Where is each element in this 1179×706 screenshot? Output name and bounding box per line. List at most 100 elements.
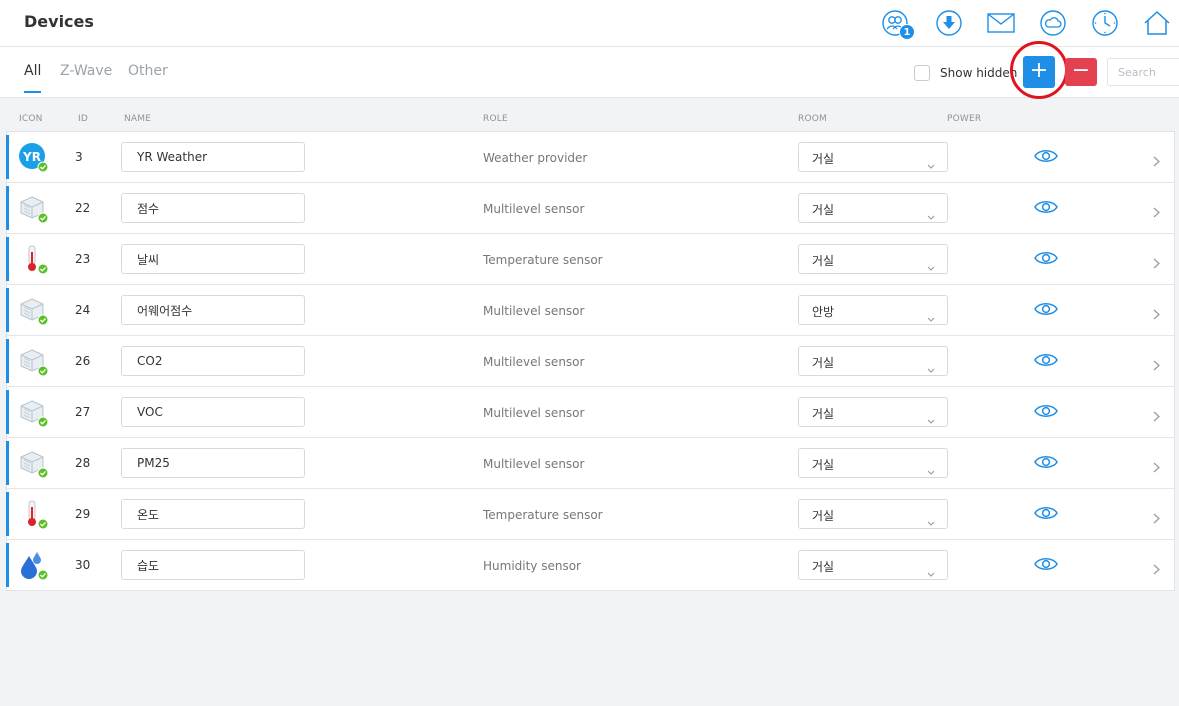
column-header-room: ROOM — [798, 114, 827, 124]
room-select[interactable]: 거실 — [798, 448, 948, 478]
chevron-down-icon — [927, 256, 935, 275]
device-name-input[interactable] — [121, 295, 305, 325]
device-id: 29 — [75, 507, 91, 521]
room-value: 거실 — [812, 152, 835, 166]
visibility-eye-icon[interactable] — [1034, 148, 1058, 168]
remove-device-button[interactable]: − — [1065, 58, 1097, 86]
chevron-down-icon — [927, 205, 935, 224]
visibility-eye-icon[interactable] — [1034, 250, 1058, 270]
device-role: Temperature sensor — [483, 253, 603, 267]
chevron-right-icon[interactable] — [1153, 305, 1160, 324]
device-name-input[interactable] — [121, 244, 305, 274]
device-id: 27 — [75, 405, 91, 419]
device-name-input[interactable] — [121, 499, 305, 529]
device-id: 23 — [75, 252, 91, 266]
thermometer-icon — [18, 244, 48, 274]
device-id: 22 — [75, 201, 91, 215]
users-button[interactable]: 1 — [880, 8, 915, 40]
chevron-right-icon[interactable] — [1153, 356, 1160, 375]
chevron-down-icon — [927, 409, 935, 428]
mail-icon — [987, 13, 1015, 33]
device-name-input[interactable] — [121, 448, 305, 478]
cloud-button[interactable] — [1038, 8, 1068, 38]
device-row[interactable]: 26 Multilevel sensor 거실 — [6, 336, 1174, 387]
visibility-eye-icon[interactable] — [1034, 199, 1058, 219]
device-name-input[interactable] — [121, 193, 305, 223]
chevron-right-icon[interactable] — [1153, 254, 1160, 273]
column-header-power: POWER — [947, 114, 982, 124]
room-select[interactable]: 거실 — [798, 346, 948, 376]
device-role: Multilevel sensor — [483, 355, 585, 369]
chevron-right-icon[interactable] — [1153, 152, 1160, 171]
room-select[interactable]: 거실 — [798, 397, 948, 427]
yr-weather-icon: YR — [18, 142, 48, 172]
room-value: 거실 — [812, 356, 835, 370]
visibility-eye-icon[interactable] — [1034, 454, 1058, 474]
visibility-eye-icon[interactable] — [1034, 505, 1058, 525]
home-icon — [1144, 10, 1170, 35]
chevron-right-icon[interactable] — [1153, 203, 1160, 222]
search-input[interactable] — [1107, 58, 1179, 86]
device-row[interactable]: YR 3 Weather provider 거실 — [6, 132, 1174, 183]
messages-button[interactable] — [986, 8, 1016, 38]
row-accent-bar — [6, 186, 9, 230]
chevron-right-icon[interactable] — [1153, 509, 1160, 528]
device-row[interactable]: 27 Multilevel sensor 거실 — [6, 387, 1174, 438]
show-hidden-checkbox[interactable] — [914, 65, 930, 81]
visibility-eye-icon[interactable] — [1034, 403, 1058, 423]
device-name-input[interactable] — [121, 397, 305, 427]
device-row[interactable]: 22 Multilevel sensor 거실 — [6, 183, 1174, 234]
device-role: Multilevel sensor — [483, 457, 585, 471]
clock-button[interactable] — [1090, 8, 1120, 38]
row-accent-bar — [6, 390, 9, 434]
device-role: Multilevel sensor — [483, 406, 585, 420]
tab-z-wave[interactable]: Z-Wave — [60, 63, 112, 91]
svg-text:YR: YR — [22, 150, 41, 164]
row-accent-bar — [6, 237, 9, 281]
visibility-eye-icon[interactable] — [1034, 301, 1058, 321]
page-title: Devices — [24, 12, 94, 31]
download-button[interactable] — [934, 8, 964, 38]
room-value: 거실 — [812, 458, 835, 472]
chevron-down-icon — [927, 154, 935, 173]
clock-icon — [1092, 10, 1118, 36]
device-name-input[interactable] — [121, 346, 305, 376]
visibility-eye-icon[interactable] — [1034, 556, 1058, 576]
device-role: Humidity sensor — [483, 559, 581, 573]
device-row[interactable]: 23 Temperature sensor 거실 — [6, 234, 1174, 285]
multilevel-sensor-icon — [18, 295, 48, 325]
device-id: 30 — [75, 558, 91, 572]
chevron-down-icon — [927, 307, 935, 326]
home-button[interactable] — [1142, 8, 1172, 38]
device-row[interactable]: 28 Multilevel sensor 거실 — [6, 438, 1174, 489]
tab-all[interactable]: All — [24, 63, 42, 93]
add-device-button[interactable]: + — [1023, 56, 1055, 88]
chevron-right-icon[interactable] — [1153, 560, 1160, 579]
device-id: 26 — [75, 354, 91, 368]
tab-other[interactable]: Other — [128, 63, 168, 91]
room-select[interactable]: 거실 — [798, 193, 948, 223]
room-select[interactable]: 거실 — [798, 550, 948, 580]
device-row[interactable]: 24 Multilevel sensor 안방 — [6, 285, 1174, 336]
room-select[interactable]: 거실 — [798, 142, 948, 172]
room-select[interactable]: 안방 — [798, 295, 948, 325]
chevron-right-icon[interactable] — [1153, 458, 1160, 477]
filter-bar: All Z-Wave Other Show hidden + − — [0, 41, 1179, 99]
chevron-right-icon[interactable] — [1153, 407, 1160, 426]
device-role: Multilevel sensor — [483, 304, 585, 318]
room-select[interactable]: 거실 — [798, 499, 948, 529]
column-header-name: NAME — [124, 114, 152, 124]
room-value: 거실 — [812, 509, 835, 523]
visibility-eye-icon[interactable] — [1034, 352, 1058, 372]
device-row[interactable]: 30 Humidity sensor 거실 — [6, 540, 1174, 591]
device-role: Weather provider — [483, 151, 588, 165]
column-header-id: ID — [78, 114, 88, 124]
show-hidden-toggle[interactable]: Show hidden — [914, 65, 1017, 81]
humidity-icon — [18, 550, 48, 580]
chevron-down-icon — [927, 460, 935, 479]
room-select[interactable]: 거실 — [798, 244, 948, 274]
device-role: Temperature sensor — [483, 508, 603, 522]
device-name-input[interactable] — [121, 550, 305, 580]
device-row[interactable]: 29 Temperature sensor 거실 — [6, 489, 1174, 540]
device-name-input[interactable] — [121, 142, 305, 172]
